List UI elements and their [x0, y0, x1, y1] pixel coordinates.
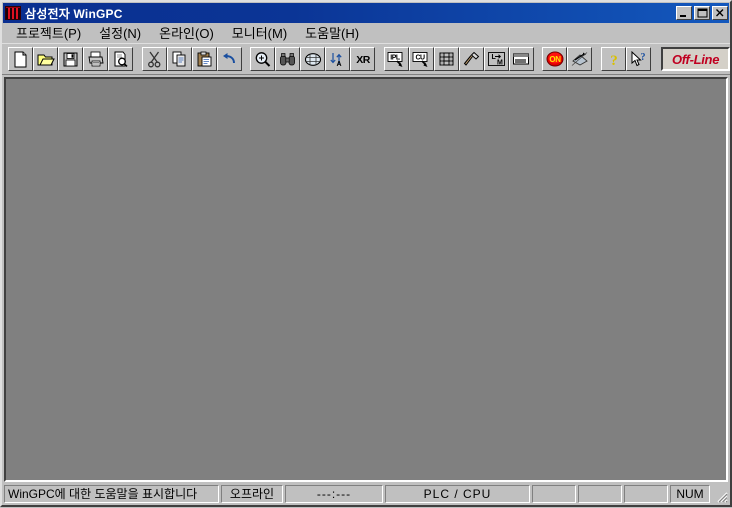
- svg-text:?: ?: [641, 52, 646, 63]
- toolbar-separator: [242, 59, 251, 60]
- help-question-icon[interactable]: ?: [601, 47, 627, 71]
- status-connection-mode-panel: 오프라인: [221, 484, 283, 503]
- toolbar-group-file: [8, 47, 133, 71]
- open-folder-icon[interactable]: [33, 47, 58, 71]
- window-title: 삼성전자 WinGPC: [25, 6, 123, 21]
- save-disk-icon[interactable]: [58, 47, 83, 71]
- cu-download-icon[interactable]: CU: [408, 47, 434, 71]
- offline-status-indicator: Off-Line: [661, 47, 731, 71]
- hammer-build-icon[interactable]: [458, 47, 484, 71]
- toolbar-separator: [534, 59, 543, 60]
- ipl-download-icon[interactable]: IPL: [383, 47, 409, 71]
- mdi-client-area[interactable]: [4, 77, 728, 482]
- maximize-button[interactable]: [694, 6, 710, 20]
- title-bar[interactable]: 삼성전자 WinGPC: [3, 3, 729, 23]
- toolbar-separator: [592, 59, 601, 60]
- status-blank-panel-3: [624, 484, 668, 503]
- toolbar-group-help: ? ?: [601, 47, 652, 71]
- caption-button-group: [676, 6, 728, 20]
- menu-help-label: 도움말(H): [305, 26, 360, 41]
- window-monitor-icon[interactable]: [508, 47, 534, 71]
- svg-text:?: ?: [610, 53, 618, 68]
- resize-grip[interactable]: [713, 488, 728, 503]
- new-document-icon[interactable]: [8, 47, 33, 71]
- paste-icon[interactable]: [191, 47, 217, 71]
- svg-text:XR: XR: [356, 54, 371, 66]
- menu-monitor-label: 모니터(M): [231, 26, 288, 41]
- toolbar-group-edit: [141, 47, 242, 71]
- grid-table-icon[interactable]: [300, 47, 326, 71]
- toolbar-group-connection: ON: [542, 47, 593, 71]
- menu-online[interactable]: 온라인(O): [150, 21, 223, 44]
- menu-settings-label: 설정(N): [99, 26, 142, 41]
- binoculars-find-icon[interactable]: [275, 47, 301, 71]
- status-blank-panel-2: [578, 484, 622, 503]
- svg-text:CU: CU: [416, 54, 426, 61]
- toolbar-group-view: A XR: [250, 47, 376, 71]
- menu-bar: 프로젝트(P) 설정(N) 온라인(O) 모니터(M) 도움말(H): [2, 23, 730, 43]
- status-plc-cpu-panel: PLC / CPU: [385, 484, 530, 503]
- menu-help[interactable]: 도움말(H): [296, 21, 368, 44]
- close-button[interactable]: [712, 6, 728, 20]
- status-bar: WinGPC에 대한 도움말을 표시합니다 오프라인 ---:--- PLC /…: [2, 483, 730, 505]
- svg-text:A: A: [337, 61, 342, 67]
- menu-project-label: 프로젝트(P): [16, 26, 82, 41]
- print-preview-icon[interactable]: [108, 47, 133, 71]
- svg-text:M: M: [497, 60, 503, 67]
- toolbar: A XR IPL CU L M ON ? ? Off-Line: [2, 43, 731, 75]
- logo-bars: [6, 8, 20, 19]
- menu-settings[interactable]: 설정(N): [90, 21, 150, 44]
- transfer-icon[interactable]: [567, 47, 593, 71]
- menu-online-label: 온라인(O): [159, 26, 214, 41]
- status-blank-panel-1: [532, 484, 576, 503]
- xr-label-icon[interactable]: XR: [350, 47, 376, 71]
- toolbar-group-plc: IPL CU L M: [383, 47, 534, 71]
- svg-text:ON: ON: [549, 55, 561, 64]
- undo-arrow-icon[interactable]: [216, 47, 242, 71]
- toolbar-separator: [133, 59, 142, 60]
- minimize-button[interactable]: [676, 6, 692, 20]
- lm-convert-icon[interactable]: L M: [483, 47, 509, 71]
- status-num-lock-panel: NUM: [670, 484, 710, 503]
- status-message-panel: WinGPC에 대한 도움말을 표시합니다: [4, 484, 219, 503]
- toolbar-separator: [375, 59, 384, 60]
- wingpc-logo-icon[interactable]: [5, 6, 21, 20]
- application-window: 삼성전자 WinGPC 프로젝트(P) 설정(N) 온라인(O) 모니터(M) …: [0, 0, 732, 507]
- menu-monitor[interactable]: 모니터(M): [223, 21, 296, 44]
- svg-text:IPL: IPL: [391, 54, 402, 61]
- offline-status-label: Off-Line: [671, 51, 720, 67]
- svg-text:L: L: [491, 54, 496, 61]
- status-time-panel: ---:---: [285, 484, 383, 503]
- cut-scissors-icon[interactable]: [141, 47, 167, 71]
- zoom-magnifier-icon[interactable]: [250, 47, 276, 71]
- replace-text-icon[interactable]: A: [325, 47, 351, 71]
- print-icon[interactable]: [83, 47, 108, 71]
- menu-project[interactable]: 프로젝트(P): [7, 21, 90, 44]
- on-power-icon[interactable]: ON: [542, 47, 568, 71]
- copy-icon[interactable]: [166, 47, 192, 71]
- help-cursor-icon[interactable]: ?: [626, 47, 652, 71]
- ladder-grid-icon[interactable]: [433, 47, 459, 71]
